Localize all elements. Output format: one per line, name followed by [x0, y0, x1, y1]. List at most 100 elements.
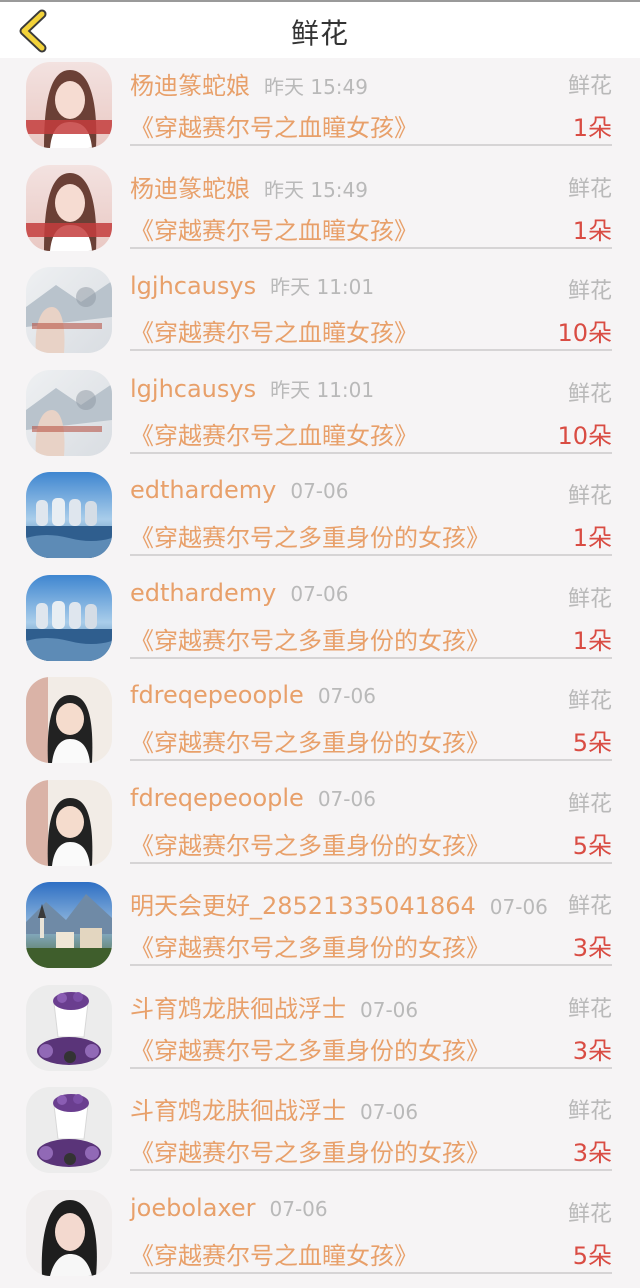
book-title[interactable]: 《穿越赛尔号之多重身份的女孩》 [130, 621, 490, 656]
username-text: 斗育鸩龙肤徊战浮士 [130, 1097, 346, 1125]
list-item[interactable]: lgjhcausys昨天 11:01 鲜花 《穿越赛尔号之血瞳女孩》 10朵 [0, 263, 640, 366]
divider [130, 1067, 612, 1069]
gift-type: 鲜花 [568, 68, 612, 100]
gift-count: 3朵 [573, 928, 612, 963]
avatar[interactable] [26, 267, 112, 353]
gift-count: 10朵 [557, 313, 612, 348]
book-title[interactable]: 《穿越赛尔号之多重身份的女孩》 [130, 518, 490, 553]
list-item[interactable]: 杨迪篆蛇娘昨天 15:49 鲜花 《穿越赛尔号之血瞳女孩》 1朵 [0, 58, 640, 161]
username[interactable]: 杨迪篆蛇娘昨天 15:49 [130, 66, 368, 101]
avatar[interactable] [26, 370, 112, 456]
page-title: 鲜花 [0, 12, 640, 52]
avatar[interactable] [26, 780, 112, 866]
avatar-image [26, 677, 112, 763]
gift-count: 3朵 [573, 1031, 612, 1066]
gift-type: 鲜花 [568, 683, 612, 715]
gift-count: 3朵 [573, 1133, 612, 1168]
book-title[interactable]: 《穿越赛尔号之血瞳女孩》 [130, 313, 418, 348]
gift-type: 鲜花 [568, 581, 612, 613]
avatar[interactable] [26, 985, 112, 1071]
book-title[interactable]: 《穿越赛尔号之多重身份的女孩》 [130, 723, 490, 758]
username[interactable]: lgjhcausys昨天 11:01 [130, 374, 374, 403]
book-title[interactable]: 《穿越赛尔号之多重身份的女孩》 [130, 1031, 490, 1066]
timestamp: 07-06 [318, 787, 376, 811]
avatar-image [26, 985, 112, 1071]
gift-type: 鲜花 [568, 376, 612, 408]
avatar[interactable] [26, 1190, 112, 1276]
gift-type: 鲜花 [568, 273, 612, 305]
avatar[interactable] [26, 165, 112, 251]
book-title[interactable]: 《穿越赛尔号之血瞳女孩》 [130, 108, 418, 143]
avatar-image [26, 575, 112, 661]
avatar[interactable] [26, 1087, 112, 1173]
list-item[interactable]: edthardemy 07-06 鲜花 《穿越赛尔号之多重身份的女孩》 1朵 [0, 571, 640, 674]
username[interactable]: lgjhcausys昨天 11:01 [130, 271, 374, 300]
book-title[interactable]: 《穿越赛尔号之血瞳女孩》 [130, 211, 418, 246]
timestamp: 昨天 11:01 [270, 275, 374, 299]
divider [130, 759, 612, 761]
timestamp: 07-06 [290, 479, 348, 503]
list-item[interactable]: fdreqepeoople07-06 鲜花 《穿越赛尔号之多重身份的女孩》 5朵 [0, 776, 640, 879]
gift-type: 鲜花 [568, 1196, 612, 1228]
avatar-image [26, 165, 112, 251]
list-item[interactable]: fdreqepeoople07-06 鲜花 《穿越赛尔号之多重身份的女孩》 5朵 [0, 673, 640, 776]
username-text: edthardemy [130, 476, 276, 504]
avatar[interactable] [26, 677, 112, 763]
book-title[interactable]: 《穿越赛尔号之多重身份的女孩》 [130, 826, 490, 861]
avatar[interactable] [26, 62, 112, 148]
avatar[interactable] [26, 472, 112, 558]
book-title[interactable]: 《穿越赛尔号之血瞳女孩》 [130, 1236, 418, 1271]
divider [130, 247, 612, 249]
gift-count: 1朵 [573, 621, 612, 656]
username[interactable]: 明天会更好_2852133504186407-06 [130, 886, 548, 921]
avatar-image [26, 882, 112, 968]
avatar[interactable] [26, 575, 112, 661]
gift-count: 1朵 [573, 518, 612, 553]
list-item[interactable]: 斗育鸩龙肤徊战浮士07-06 鲜花 《穿越赛尔号之多重身份的女孩》 3朵 [0, 981, 640, 1084]
avatar-image [26, 1087, 112, 1173]
avatar-image [26, 472, 112, 558]
list-item[interactable]: 斗育鸩龙肤徊战浮士07-06 鲜花 《穿越赛尔号之多重身份的女孩》 3朵 [0, 1083, 640, 1186]
username[interactable]: joebolaxer07-06 [130, 1194, 328, 1222]
list-item[interactable]: edthardemy 07-06 鲜花 《穿越赛尔号之多重身份的女孩》 1朵 [0, 468, 640, 571]
username-text: 明天会更好_28521335041864 [130, 892, 476, 920]
avatar-image [26, 780, 112, 866]
divider [130, 1272, 612, 1274]
username[interactable]: 斗育鸩龙肤徊战浮士07-06 [130, 989, 418, 1024]
avatar[interactable] [26, 882, 112, 968]
username[interactable]: fdreqepeoople07-06 [130, 681, 376, 709]
book-title[interactable]: 《穿越赛尔号之多重身份的女孩》 [130, 1133, 490, 1168]
timestamp: 07-06 [360, 998, 418, 1022]
list-item[interactable]: 杨迪篆蛇娘昨天 15:49 鲜花 《穿越赛尔号之血瞳女孩》 1朵 [0, 161, 640, 264]
username[interactable]: edthardemy 07-06 [130, 579, 348, 607]
username-text: lgjhcausys [130, 375, 256, 403]
book-title[interactable]: 《穿越赛尔号之多重身份的女孩》 [130, 928, 490, 963]
timestamp: 07-06 [270, 1197, 328, 1221]
avatar-image [26, 267, 112, 353]
timestamp: 07-06 [360, 1100, 418, 1124]
username[interactable]: 斗育鸩龙肤徊战浮士 07-06 [130, 1091, 418, 1126]
gift-count: 5朵 [573, 1236, 612, 1271]
username-text: 杨迪篆蛇娘 [130, 175, 250, 203]
gift-count: 1朵 [573, 211, 612, 246]
avatar-image [26, 62, 112, 148]
gift-type: 鲜花 [568, 991, 612, 1023]
timestamp: 昨天 15:49 [264, 75, 368, 99]
list-item[interactable]: joebolaxer07-06 鲜花 《穿越赛尔号之血瞳女孩》 5朵 [0, 1186, 640, 1288]
timestamp: 07-06 [290, 582, 348, 606]
avatar-image [26, 1190, 112, 1276]
list-item[interactable]: lgjhcausys昨天 11:01 鲜花 《穿越赛尔号之血瞳女孩》 10朵 [0, 366, 640, 469]
divider [130, 1169, 612, 1171]
gift-count: 10朵 [557, 416, 612, 451]
gift-type: 鲜花 [568, 478, 612, 510]
timestamp: 07-06 [318, 684, 376, 708]
book-title[interactable]: 《穿越赛尔号之血瞳女孩》 [130, 416, 418, 451]
gift-record-list: 杨迪篆蛇娘昨天 15:49 鲜花 《穿越赛尔号之血瞳女孩》 1朵 杨迪篆蛇娘昨天… [0, 58, 640, 1288]
username[interactable]: 杨迪篆蛇娘昨天 15:49 [130, 169, 368, 204]
username[interactable]: edthardemy 07-06 [130, 476, 348, 504]
gift-type: 鲜花 [568, 888, 612, 920]
timestamp: 昨天 15:49 [264, 178, 368, 202]
username-text: edthardemy [130, 579, 276, 607]
list-item[interactable]: 明天会更好_2852133504186407-06 鲜花 《穿越赛尔号之多重身份… [0, 878, 640, 981]
username[interactable]: fdreqepeoople07-06 [130, 784, 376, 812]
